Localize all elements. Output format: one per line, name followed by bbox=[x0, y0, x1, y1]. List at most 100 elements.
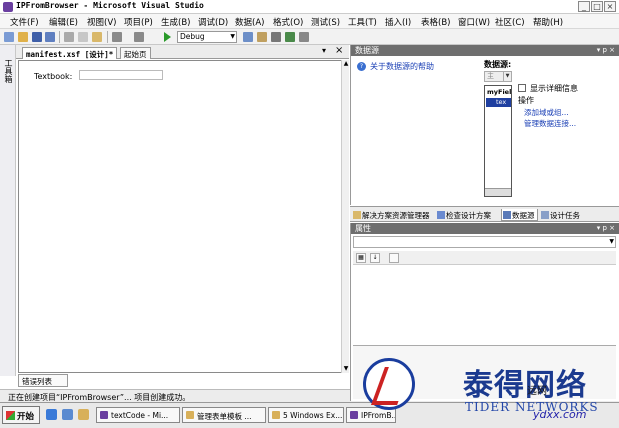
alphabetical-icon[interactable]: ↓ bbox=[370, 253, 380, 263]
close-document-icon[interactable]: × bbox=[335, 46, 343, 56]
data-source-combo[interactable]: 主 ▼ bbox=[484, 71, 512, 82]
menu-edit[interactable]: 编辑(E) bbox=[49, 16, 78, 28]
solution-icon bbox=[353, 211, 361, 219]
menu-community[interactable]: 社区(C) bbox=[495, 16, 525, 28]
standard-toolbar: Debug ▼ bbox=[0, 29, 619, 45]
save-all-icon[interactable] bbox=[45, 32, 55, 42]
menu-insert[interactable]: 插入(I) bbox=[385, 16, 411, 28]
configuration-value: Debug bbox=[180, 32, 205, 41]
solution-configuration-select[interactable]: Debug ▼ bbox=[177, 31, 237, 43]
start-debugging-icon[interactable] bbox=[164, 32, 171, 42]
scroll-down-icon[interactable]: ▼ bbox=[342, 365, 350, 373]
tab-solution-explorer[interactable]: 解决方案资源管理器 bbox=[352, 209, 432, 221]
paste-icon[interactable] bbox=[92, 32, 102, 42]
operations-heading: 操作 bbox=[518, 96, 534, 105]
chevron-down-icon: ▼ bbox=[609, 238, 614, 245]
menu-help[interactable]: 帮助(H) bbox=[533, 16, 563, 28]
data-source-title-bar: 数据源 ▾ p × bbox=[351, 45, 619, 56]
taskbar: 开始 textCode - Mi... 管理表单模板 ... 5 Windows… bbox=[0, 402, 619, 428]
minimize-button[interactable]: _ bbox=[578, 1, 590, 12]
tab-design-tasks[interactable]: 设计任务 bbox=[540, 209, 582, 221]
taskbar-item-label: IPFromB... bbox=[361, 411, 396, 420]
data-source-label: 数据源: bbox=[484, 60, 512, 69]
error-list-tab[interactable]: 错误列表 bbox=[18, 374, 68, 387]
object-browser-icon[interactable] bbox=[285, 32, 295, 42]
panel-controls[interactable]: ▾ p × bbox=[597, 223, 615, 234]
new-project-icon[interactable] bbox=[4, 32, 14, 42]
form-design-surface[interactable]: Textbook: bbox=[18, 60, 347, 373]
manage-connections-link[interactable]: 管理数据连接... bbox=[524, 118, 576, 129]
windows-logo-icon bbox=[6, 411, 15, 420]
add-field-link[interactable]: 添加域或组... bbox=[524, 107, 569, 118]
panel-controls[interactable]: ▾ p × bbox=[597, 45, 615, 56]
categorized-icon[interactable]: ▦ bbox=[356, 253, 366, 263]
cut-icon[interactable] bbox=[64, 32, 74, 42]
data-source-tree[interactable]: myFiel tex bbox=[484, 85, 512, 197]
title-bar: IPFromBrowser - Microsoft Visual Studio … bbox=[0, 0, 619, 14]
toolbox-strip[interactable]: 工具箱 bbox=[0, 45, 16, 376]
taskbar-item-label: textCode - Mi... bbox=[111, 411, 169, 420]
tree-horizontal-scrollbar[interactable] bbox=[485, 188, 511, 196]
tree-item-myfields[interactable]: myFiel bbox=[486, 88, 511, 97]
tab-manifest[interactable]: manifest.xsf [设计]* bbox=[22, 47, 118, 59]
maximize-button[interactable]: □ bbox=[591, 1, 603, 12]
menu-file[interactable]: 文件(F) bbox=[10, 16, 39, 28]
taskbar-item-ipfrombrowser[interactable]: IPFromB... bbox=[346, 407, 396, 423]
properties-panel: 属性 ▾ p × ▼ ▦ ↓ bbox=[350, 223, 619, 401]
toolbox-icon[interactable] bbox=[271, 32, 281, 42]
close-window-button[interactable]: × bbox=[604, 1, 616, 12]
tab-start-page[interactable]: 起始页 bbox=[120, 47, 151, 59]
find-icon[interactable] bbox=[243, 32, 253, 42]
chevron-down-icon: ▼ bbox=[230, 33, 235, 40]
textbook-field[interactable] bbox=[79, 70, 163, 80]
menu-test[interactable]: 测试(S) bbox=[311, 16, 340, 28]
document-menu-icon[interactable]: ▾ bbox=[322, 46, 326, 55]
menu-table[interactable]: 表格(B) bbox=[421, 16, 450, 28]
menu-window[interactable]: 窗口(W) bbox=[458, 16, 490, 28]
show-desktop-icon[interactable] bbox=[62, 409, 73, 420]
tab-data-source[interactable]: 数据源 bbox=[501, 209, 538, 221]
more-tools-icon[interactable] bbox=[299, 32, 309, 42]
textbook-label: Textbook: bbox=[34, 72, 73, 81]
property-pages-icon[interactable] bbox=[389, 253, 399, 263]
menu-view[interactable]: 视图(V) bbox=[87, 16, 116, 28]
menu-project[interactable]: 项目(P) bbox=[124, 16, 153, 28]
right-panel-tabs: 解决方案资源管理器 检查设计方案 数据源 设计任务 bbox=[350, 206, 619, 222]
menu-data[interactable]: 数据(A) bbox=[235, 16, 264, 28]
visual-studio-icon bbox=[3, 2, 13, 12]
internet-explorer-icon[interactable] bbox=[46, 409, 57, 420]
vertical-scrollbar[interactable]: ▲ ▼ bbox=[341, 60, 349, 373]
menu-bar: 文件(F) 编辑(E) 视图(V) 项目(P) 生成(B) 调试(D) 数据(A… bbox=[0, 14, 619, 29]
quick-launch-icon[interactable] bbox=[78, 409, 89, 420]
properties-title: 属性 bbox=[355, 224, 371, 233]
property-description bbox=[353, 345, 616, 399]
menu-format[interactable]: 格式(O) bbox=[273, 16, 303, 28]
object-select[interactable]: ▼ bbox=[353, 236, 616, 248]
database-icon bbox=[503, 211, 511, 219]
properties-window-icon[interactable] bbox=[257, 32, 267, 42]
taskbar-item-windows-explorer[interactable]: 5 Windows Ex... bbox=[268, 407, 344, 423]
scroll-up-icon[interactable]: ▲ bbox=[342, 60, 350, 68]
menu-tools[interactable]: 工具(T) bbox=[348, 16, 377, 28]
help-icon: ? bbox=[357, 62, 366, 71]
undo-icon[interactable] bbox=[112, 32, 122, 42]
save-icon[interactable] bbox=[32, 32, 42, 42]
folder-icon bbox=[186, 411, 194, 419]
taskbar-item-textcode[interactable]: textCode - Mi... bbox=[96, 407, 180, 423]
menu-debug[interactable]: 调试(D) bbox=[198, 16, 228, 28]
checker-icon bbox=[437, 211, 445, 219]
tab-design-checker[interactable]: 检查设计方案 bbox=[436, 209, 493, 221]
open-file-icon[interactable] bbox=[18, 32, 28, 42]
tab-label: 检查设计方案 bbox=[446, 211, 491, 220]
menu-build[interactable]: 生成(B) bbox=[161, 16, 190, 28]
redo-icon[interactable] bbox=[134, 32, 144, 42]
show-details-checkbox[interactable] bbox=[518, 84, 526, 92]
taskbar-item-label: 5 Windows Ex... bbox=[283, 411, 343, 420]
tree-item-textbook[interactable]: tex bbox=[486, 98, 511, 107]
visual-studio-icon bbox=[350, 411, 358, 419]
start-button[interactable]: 开始 bbox=[2, 406, 40, 424]
copy-icon[interactable] bbox=[78, 32, 88, 42]
data-source-help-link[interactable]: 关于数据源的帮助 bbox=[370, 61, 434, 72]
properties-title-bar: 属性 ▾ p × bbox=[351, 223, 619, 234]
taskbar-item-form-templates[interactable]: 管理表单模板 ... bbox=[182, 407, 266, 423]
